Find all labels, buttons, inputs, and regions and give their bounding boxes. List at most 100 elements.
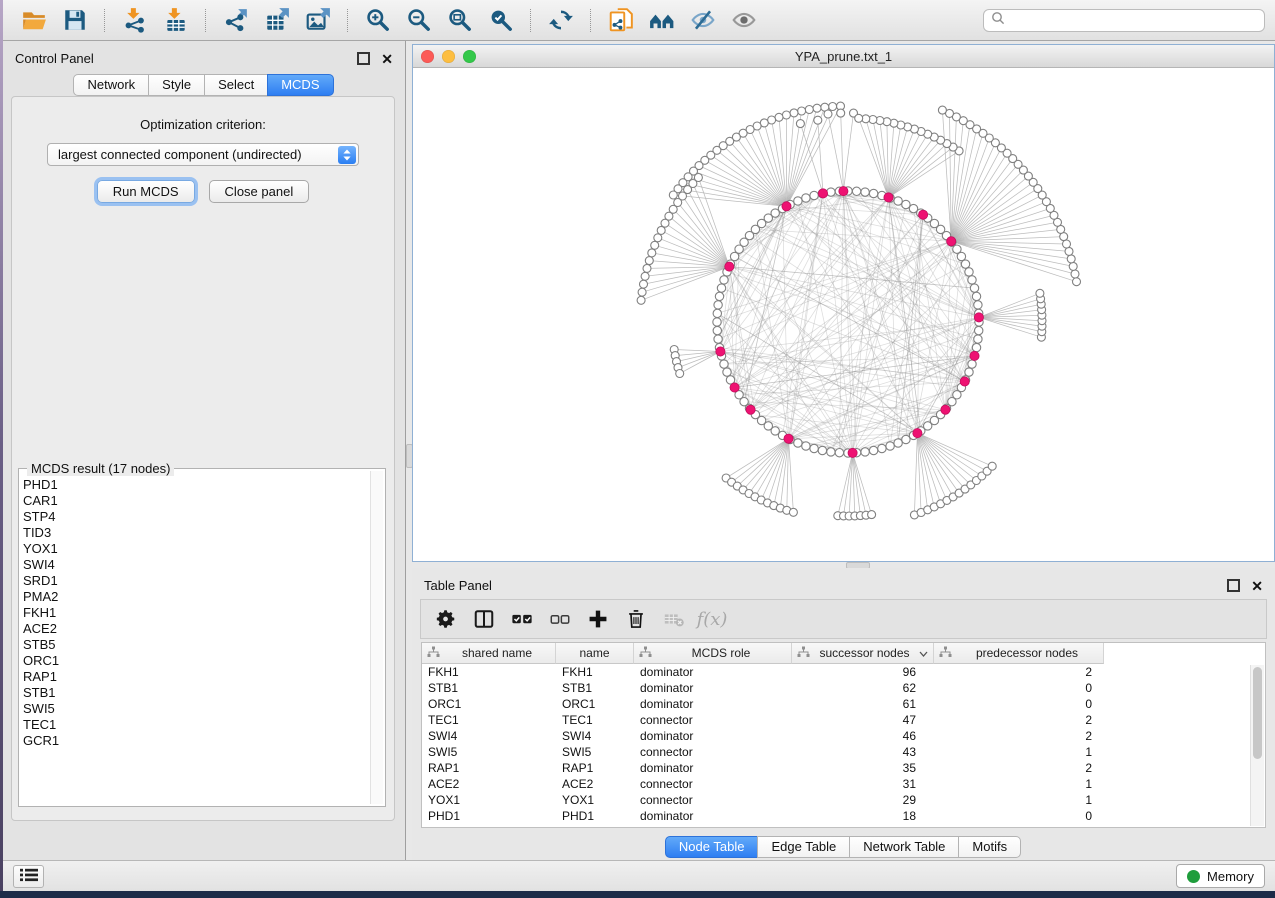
network-canvas[interactable] [413,67,1274,561]
mcds-result-item[interactable]: STP4 [23,509,369,525]
table-cell: PHD1 [556,808,634,824]
first-neighbors-button[interactable] [645,4,678,37]
tab-mcds[interactable]: MCDS [267,74,333,96]
zoom-selected-button[interactable] [484,4,517,37]
close-table-panel-icon[interactable]: ✕ [1251,581,1263,591]
export-network-button[interactable] [219,4,252,37]
column-header-successor-nodes[interactable]: successor nodes [792,643,934,664]
add-column-button[interactable] [583,604,613,634]
table-row[interactable]: ACE2ACE2connector311 [422,776,1265,792]
mcds-result-item[interactable]: ORC1 [23,653,369,669]
table-cell: 29 [792,792,934,808]
new-network-from-selection-button[interactable] [604,4,637,37]
export-network-icon [223,7,249,33]
mcds-result-item[interactable]: YOX1 [23,541,369,557]
tab-style[interactable]: Style [148,74,205,96]
select-all-icon [511,608,533,630]
table-tab-node-table[interactable]: Node Table [665,836,759,858]
export-table-button[interactable] [260,4,293,37]
mcds-result-item[interactable]: FKH1 [23,605,369,621]
table-cell: 2 [934,760,1104,776]
mcds-result-item[interactable]: CAR1 [23,493,369,509]
mcds-result-item[interactable]: SRD1 [23,573,369,589]
window-close-button[interactable] [421,50,434,63]
settings-button[interactable] [431,604,461,634]
import-table-button[interactable] [159,4,192,37]
column-header-name[interactable]: name [556,643,634,664]
zoom-fit-button[interactable] [443,4,476,37]
table-cell: SWI5 [556,744,634,760]
float-table-panel-icon[interactable] [1227,579,1240,592]
criterion-dropdown[interactable]: largest connected component (undirected) [47,143,359,166]
split-view-icon [473,608,495,630]
delete-table-button[interactable] [659,604,689,634]
table-row[interactable]: TEC1TEC1connector472 [422,712,1265,728]
import-network-button[interactable] [118,4,151,37]
mcds-result-item[interactable]: SWI4 [23,557,369,573]
mcds-result-item[interactable]: SWI5 [23,701,369,717]
mcds-list-scrollbar[interactable] [370,471,383,804]
table-row[interactable]: YOX1YOX1connector291 [422,792,1265,808]
sort-desc-icon [919,646,928,660]
table-tab-edge-table[interactable]: Edge Table [757,836,850,858]
tab-network[interactable]: Network [73,74,149,96]
mcds-result-item[interactable]: PMA2 [23,589,369,605]
column-header-shared-name[interactable]: shared name [422,643,556,664]
run-mcds-button[interactable]: Run MCDS [97,180,195,203]
table-row[interactable]: SWI5SWI5connector431 [422,744,1265,760]
table-tab-motifs[interactable]: Motifs [958,836,1021,858]
close-panel-button[interactable]: Close panel [209,180,310,203]
table-cell: YOX1 [422,792,556,808]
save-session-button[interactable] [58,4,91,37]
mcds-result-item[interactable]: PHD1 [23,477,369,493]
select-all-button[interactable] [507,604,537,634]
mcds-result-item[interactable]: STB5 [23,637,369,653]
table-scrollbar[interactable] [1250,665,1264,826]
table-cell: 46 [792,728,934,744]
show-all-button[interactable] [727,4,760,37]
column-header-MCDS-role[interactable]: MCDS role [634,643,792,664]
split-view-button[interactable] [469,604,499,634]
zoom-out-button[interactable] [402,4,435,37]
search-input[interactable] [1011,12,1257,29]
export-image-button[interactable] [301,4,334,37]
zoom-in-button[interactable] [361,4,394,37]
table-scrollbar-thumb[interactable] [1253,667,1262,759]
criterion-dropdown-value: largest connected component (undirected) [58,147,302,162]
mcds-result-item[interactable]: STB1 [23,685,369,701]
clear-selection-button[interactable] [545,604,575,634]
search-field[interactable] [983,9,1265,32]
toolbar-icon-group [13,4,764,37]
refresh-button[interactable] [544,4,577,37]
mcds-result-item[interactable]: GCR1 [23,733,369,749]
delete-column-button[interactable] [621,604,651,634]
task-history-button[interactable] [13,865,44,888]
table-row[interactable]: ORC1ORC1dominator610 [422,696,1265,712]
close-panel-icon[interactable]: ✕ [381,54,393,64]
table-row[interactable]: FKH1FKH1dominator962 [422,664,1265,680]
attribute-tree-icon [427,646,440,661]
table-tab-network-table[interactable]: Network Table [849,836,959,858]
function-builder-button[interactable]: f(x) [697,604,727,634]
export-table-icon [264,7,290,33]
table-row[interactable]: RAP1RAP1dominator352 [422,760,1265,776]
mcds-result-item[interactable]: RAP1 [23,669,369,685]
mcds-result-list[interactable]: PHD1CAR1STP4TID3YOX1SWI4SRD1PMA2FKH1ACE2… [23,472,369,803]
tab-select[interactable]: Select [204,74,268,96]
table-row[interactable]: STB1STB1dominator620 [422,680,1265,696]
mcds-result-item[interactable]: TEC1 [23,717,369,733]
table-cell: TEC1 [556,712,634,728]
mcds-result-item[interactable]: TID3 [23,525,369,541]
table-row[interactable]: PHD1PHD1dominator180 [422,808,1265,824]
table-cell: STB1 [556,680,634,696]
column-header-predecessor-nodes[interactable]: predecessor nodes [934,643,1104,664]
node-table: shared namenameMCDS rolesuccessor nodesp… [421,642,1266,828]
float-panel-icon[interactable] [357,52,370,65]
window-maximize-button[interactable] [463,50,476,63]
table-row[interactable]: SWI4SWI4dominator462 [422,728,1265,744]
memory-button[interactable]: Memory [1176,864,1265,888]
hide-selected-button[interactable] [686,4,719,37]
mcds-result-item[interactable]: ACE2 [23,621,369,637]
window-minimize-button[interactable] [442,50,455,63]
open-file-button[interactable] [17,4,50,37]
